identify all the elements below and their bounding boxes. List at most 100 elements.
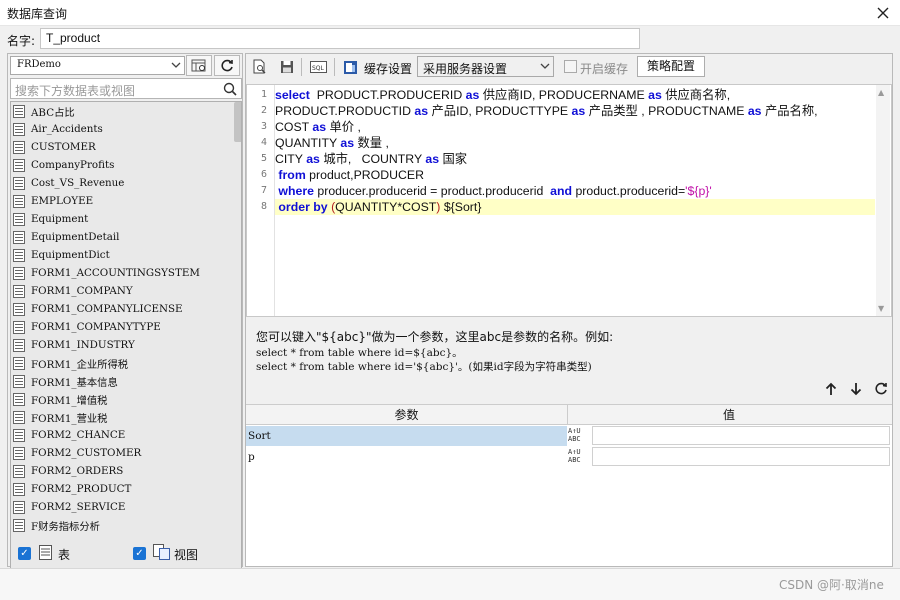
line-number: 1: [260, 89, 267, 100]
cache-settings-icon-button[interactable]: [340, 57, 360, 77]
name-row: 名字: T_product: [0, 27, 900, 51]
list-item[interactable]: FORM1_企业所得税: [11, 354, 241, 372]
table-icon: [13, 212, 25, 226]
list-item[interactable]: FORM2_CUSTOMER: [11, 444, 241, 462]
table-row[interactable]: p A↑U ABC: [246, 447, 892, 467]
list-item[interactable]: FORM1_COMPANYTYPE: [11, 318, 241, 336]
scrollbar[interactable]: [234, 102, 241, 142]
toolbar-divider: [301, 58, 302, 76]
table-name: EquipmentDetail: [31, 231, 120, 243]
preview-table-button[interactable]: [186, 55, 212, 76]
table-icon: [13, 104, 25, 118]
list-item[interactable]: EMPLOYEE: [11, 192, 241, 210]
cache-mode-select[interactable]: 采用服务器设置: [417, 56, 554, 77]
line-number: 8: [260, 201, 267, 212]
table-name: EquipmentDict: [31, 249, 110, 261]
param-name[interactable]: Sort: [246, 426, 567, 446]
cache-settings-label: 缓存设置: [364, 62, 413, 76]
code-line-current: order by (QUANTITY*COST) ${Sort}: [275, 199, 875, 215]
refresh-params-button[interactable]: [872, 380, 890, 398]
cache-mode-value: 采用服务器设置: [423, 62, 508, 76]
window-title: 数据库查询: [7, 7, 68, 21]
list-filter: ✓ 表 ✓ 视图: [8, 541, 242, 566]
title-bar: 数据库查询: [0, 0, 900, 26]
table-name: FORM1_COMPANYLICENSE: [31, 303, 183, 315]
list-item[interactable]: EquipmentDict: [11, 246, 241, 264]
type-switch-icon[interactable]: A↑U ABC: [568, 427, 590, 445]
sql-icon: SQL: [309, 61, 327, 73]
list-item[interactable]: Air_Accidents: [11, 120, 241, 138]
code-line: COST as 单价 ,: [275, 120, 361, 134]
table-icon: [13, 284, 25, 298]
name-label: 名字:: [7, 34, 36, 48]
list-item[interactable]: FORM1_COMPANY: [11, 282, 241, 300]
list-item[interactable]: FORM1_增值税: [11, 390, 241, 408]
refresh-icon: [875, 382, 887, 395]
preview-button[interactable]: [250, 57, 270, 77]
param-value-input[interactable]: [592, 447, 890, 466]
param-hint-example: select * from table where id=${abc}。: [256, 347, 463, 359]
query-toolbar: SQL 缓存设置 采用服务器设置 开启缓存 策略配置: [246, 54, 892, 80]
list-item[interactable]: FORM1_INDUSTRY: [11, 336, 241, 354]
list-item[interactable]: FORM1_ACCOUNTINGSYSTEM: [11, 264, 241, 282]
name-input[interactable]: T_product: [40, 28, 640, 49]
table-search-input[interactable]: 搜索下方数据表或视图: [10, 78, 242, 99]
table-icon: [13, 374, 25, 388]
list-item[interactable]: Equipment: [11, 210, 241, 228]
enable-cache-label: 开启缓存: [580, 62, 629, 76]
arrow-up-icon: [825, 382, 837, 395]
footer-buttons-text[interactable]: CSDN @阿·取消ne: [779, 576, 884, 593]
editor-scrollbar[interactable]: ▲ ▼: [876, 85, 890, 316]
list-item[interactable]: FORM2_PRODUCT: [11, 480, 241, 498]
line-number: 3: [260, 121, 267, 132]
list-item[interactable]: Cost_VS_Revenue: [11, 174, 241, 192]
type-switch-icon[interactable]: A↑U ABC: [568, 448, 590, 466]
param-table-header: 参数 值: [246, 405, 892, 425]
table-icon: [13, 428, 25, 442]
list-item[interactable]: FORM1_基本信息: [11, 372, 241, 390]
sql-editor[interactable]: 1 2 3 4 5 6 7 8 select PRODUCT.PRODUCERID as 供应…: [246, 84, 892, 317]
table-icon: [13, 140, 25, 154]
list-item[interactable]: FORM2_SERVICE: [11, 498, 241, 516]
table-icon: [13, 266, 25, 280]
table-name: FORM2_ORDERS: [31, 465, 124, 477]
param-hint-example: select * from table where id='${abc}'。(如…: [256, 361, 592, 373]
line-number-gutter: 1 2 3 4 5 6 7 8: [247, 85, 275, 316]
code-line: where producer.producerid = product.prod…: [278, 184, 712, 198]
column-header-value: 值: [722, 408, 735, 422]
param-name[interactable]: p: [246, 447, 567, 467]
scroll-down-icon[interactable]: ▼: [878, 304, 884, 313]
search-icon[interactable]: [223, 82, 237, 96]
list-item[interactable]: FORM1_COMPANYLICENSE: [11, 300, 241, 318]
datasource-select[interactable]: FRDemo: [10, 56, 185, 75]
table-icon: [13, 176, 25, 190]
list-item[interactable]: EquipmentDetail: [11, 228, 241, 246]
list-item[interactable]: CompanyProfits: [11, 156, 241, 174]
list-item[interactable]: CUSTOMER: [11, 138, 241, 156]
list-item[interactable]: FORM2_CHANCE: [11, 426, 241, 444]
policy-config-button[interactable]: 策略配置: [637, 56, 705, 77]
sql-button[interactable]: SQL: [308, 57, 328, 77]
list-item[interactable]: ABC占比: [11, 102, 241, 120]
move-up-button[interactable]: [822, 380, 840, 398]
code-line: PRODUCT.PRODUCTID as 产品ID, PRODUCTTYPE a…: [275, 104, 818, 118]
table-name: EMPLOYEE: [31, 195, 94, 207]
enable-cache-checkbox[interactable]: [564, 60, 577, 73]
code-line: select PRODUCT.PRODUCERID as 供应商ID, PROD…: [275, 88, 731, 102]
list-item[interactable]: F财务指标分析: [11, 516, 241, 534]
list-item[interactable]: FORM2_ORDERS: [11, 462, 241, 480]
list-item[interactable]: FORM1_营业税: [11, 408, 241, 426]
show-tables-checkbox[interactable]: ✓: [18, 547, 31, 560]
scroll-up-icon[interactable]: ▲: [878, 88, 884, 97]
show-views-checkbox[interactable]: ✓: [133, 547, 146, 560]
chevron-down-icon: [171, 62, 181, 68]
save-sql-button[interactable]: [277, 57, 297, 77]
table-name: Cost_VS_Revenue: [31, 177, 125, 189]
param-value-input[interactable]: [592, 426, 890, 445]
table-row[interactable]: Sort A↑U ABC: [246, 426, 892, 446]
move-down-button[interactable]: [847, 380, 865, 398]
close-icon[interactable]: [872, 2, 894, 24]
table-icon: [13, 356, 25, 370]
refresh-button[interactable]: [214, 55, 240, 76]
table-list[interactable]: ABC占比 Air_Accidents CUSTOMER CompanyProfits…: [10, 101, 242, 589]
